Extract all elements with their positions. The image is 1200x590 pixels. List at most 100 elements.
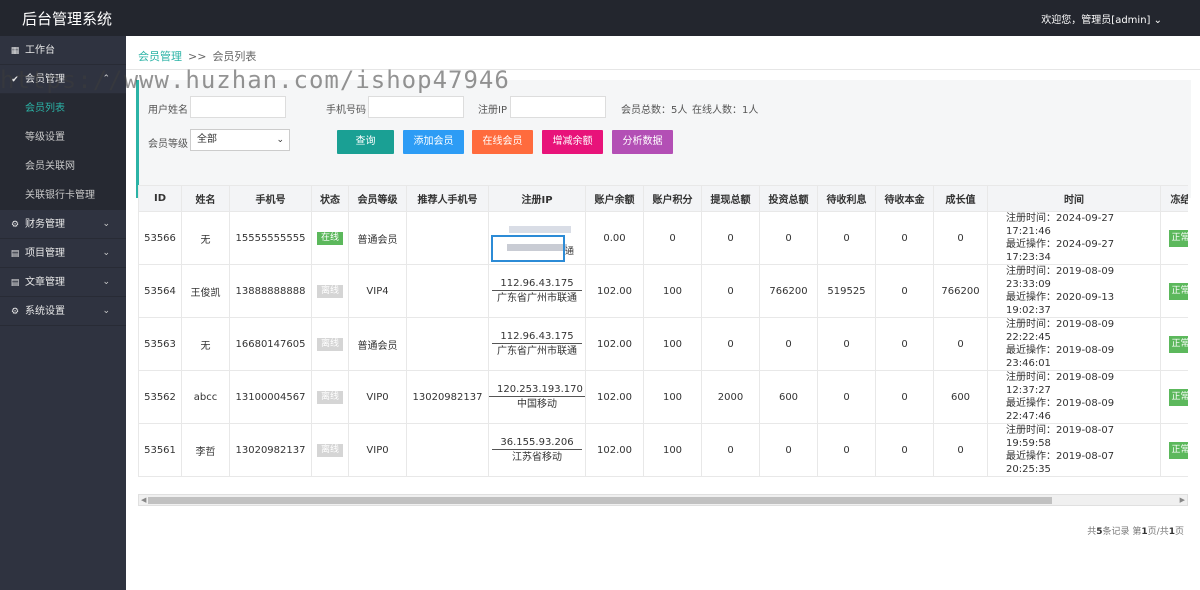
table-row[interactable]: 53566 无 15555555555 在线 普通会员通 0.00 0 0 0 0 0 0 注册时间：2…	[138, 211, 1188, 265]
ip-location: 中国移动	[517, 399, 557, 410]
time-box: 注册时间：2019-08-09 22:22:45 最近操作：2019-08-09 …	[989, 319, 1160, 370]
scroll-left-arrow-icon[interactable]: ◀	[141, 495, 146, 505]
sidebar-subitem-level-settings[interactable]: 等级设置	[0, 123, 126, 152]
sidebar-item-system[interactable]: ⚙ 系统设置 ⌄	[0, 297, 126, 326]
cell-balance: 102.00	[585, 423, 644, 477]
phone-input[interactable]	[368, 96, 464, 118]
cell-level: VIP0	[348, 370, 407, 424]
table-row[interactable]: 53562 abcc 13100004567 离线 VIP0 13020982137 120…	[138, 370, 1188, 424]
cell-growth: 600	[933, 370, 988, 424]
cell-level: 普通会员	[348, 211, 407, 265]
col-id[interactable]: ID	[138, 185, 182, 212]
cell-freeze: 正常	[1160, 211, 1188, 265]
adjust-balance-button[interactable]: 增减余额	[542, 130, 603, 154]
user-menu[interactable]: 欢迎您，管理员[admin] ⌄	[1041, 11, 1162, 26]
last-time-line: 最近操作：2019-08-09 23:46:01	[1006, 344, 1160, 370]
table-row[interactable]: 53561 李哲 13020982137 离线 VIP0 36.155.93.206 江苏省…	[138, 423, 1188, 477]
add-member-button[interactable]: 添加会员	[403, 130, 464, 154]
cell-status: 在线	[311, 211, 349, 265]
col-invest[interactable]: 投资总额	[759, 185, 818, 212]
table-row[interactable]: 53564 王俊凯 13888888888 离线 VIP4 112.96.43.175 广东…	[138, 264, 1188, 318]
ip-label: 注册IP	[478, 105, 507, 116]
cell-status: 离线	[311, 317, 349, 371]
online-members-button[interactable]: 在线会员	[472, 130, 533, 154]
cell-freeze: 正常	[1160, 264, 1188, 318]
cell-referrer	[406, 317, 489, 371]
level-select[interactable]: 全部 ⌄	[190, 129, 290, 151]
sidebar-item-projects[interactable]: ▤ 项目管理 ⌄	[0, 239, 126, 268]
sidebar-item-articles[interactable]: ▤ 文章管理 ⌄	[0, 268, 126, 297]
cell-referrer	[406, 264, 489, 318]
freeze-status-button[interactable]: 正常	[1168, 388, 1188, 406]
chevron-down-icon: ⌄	[1150, 15, 1162, 26]
col-referrer[interactable]: 推荐人手机号	[406, 185, 489, 212]
table-row[interactable]: 53563 无 16680147605 离线 普通会员 112.96.43.175 广东省广…	[138, 317, 1188, 371]
sidebar-subitem-member-list[interactable]: 会员列表	[0, 94, 126, 123]
ip-box: 36.155.93.206 江苏省移动	[490, 436, 585, 464]
reg-time-line: 注册时间：2019-08-09 12:37:27	[1006, 372, 1160, 398]
cell-name: abcc	[181, 370, 230, 424]
col-time[interactable]: 时间	[987, 185, 1161, 212]
cell-phone: 13888888888	[229, 264, 312, 318]
redacted-ip: 通	[490, 218, 585, 262]
horizontal-scrollbar[interactable]: ◀ ▶	[138, 494, 1188, 506]
scroll-right-arrow-icon[interactable]: ▶	[1180, 495, 1185, 505]
col-status[interactable]: 状态	[311, 185, 349, 212]
time-box: 注册时间：2019-08-09 23:33:09 最近操作：2020-09-13 …	[989, 266, 1160, 317]
total-members: 会员总数：5人	[621, 105, 688, 116]
reg-time-label: 注册时间：	[1006, 266, 1056, 277]
ip-box: 120.253.193.170 中国移动	[489, 383, 585, 411]
freeze-status-button[interactable]: 正常	[1168, 441, 1188, 459]
ip-input[interactable]	[510, 96, 606, 118]
breadcrumb-parent[interactable]: 会员管理	[138, 50, 182, 63]
analyze-data-button[interactable]: 分析数据	[612, 130, 673, 154]
last-time-line: 最近操作：2020-09-13 19:02:37	[1006, 291, 1160, 317]
cell-growth: 0	[933, 317, 988, 371]
sidebar-subitem-bank-cards[interactable]: 关联银行卡管理	[0, 181, 126, 210]
cell-id: 53563	[138, 317, 182, 371]
sidebar-item-dashboard[interactable]: ▦ 工作台	[0, 36, 126, 65]
ip-box: 112.96.43.175 广东省广州市联通	[490, 277, 585, 305]
cell-id: 53564	[138, 264, 182, 318]
sidebar-item-label: 文章管理	[25, 277, 65, 288]
col-phone[interactable]: 手机号	[229, 185, 312, 212]
chevron-down-icon: ⌄	[102, 219, 110, 229]
app-title: 后台管理系统	[22, 10, 113, 28]
cell-growth: 0	[933, 211, 988, 265]
username-input[interactable]	[190, 96, 286, 118]
sidebar-subitem-member-network[interactable]: 会员关联网	[0, 152, 126, 181]
username-label: 用户姓名	[148, 105, 188, 116]
online-members: 在线人数：1人	[692, 105, 759, 116]
col-interest[interactable]: 待收利息	[817, 185, 876, 212]
freeze-status-button[interactable]: 正常	[1168, 335, 1188, 353]
col-name[interactable]: 姓名	[181, 185, 230, 212]
col-level[interactable]: 会员等级	[348, 185, 407, 212]
grid-icon: ▤	[10, 249, 20, 259]
cell-principal: 0	[875, 423, 934, 477]
last-time-line: 最近操作：2019-08-09 22:47:46	[1006, 397, 1160, 423]
cell-balance: 0.00	[585, 211, 644, 265]
col-principal[interactable]: 待收本金	[875, 185, 934, 212]
member-table-container: ID 姓名 手机号 状态 会员等级 推荐人手机号 注册IP 账户余额 账户积分 …	[138, 185, 1188, 477]
col-withdraw[interactable]: 提现总额	[701, 185, 760, 212]
col-balance[interactable]: 账户余额	[585, 185, 644, 212]
freeze-status-button[interactable]: 正常	[1168, 229, 1188, 247]
cell-ip: 120.253.193.170 中国移动	[488, 370, 586, 424]
col-points[interactable]: 账户积分	[643, 185, 702, 212]
col-growth[interactable]: 成长值	[933, 185, 988, 212]
sidebar-item-label: 工作台	[25, 45, 55, 56]
cell-principal: 0	[875, 317, 934, 371]
col-ip[interactable]: 注册IP	[488, 185, 586, 212]
sidebar-item-finance[interactable]: ⚙ 财务管理 ⌄	[0, 210, 126, 239]
col-freeze[interactable]: 冻结	[1160, 185, 1188, 212]
cell-referrer: 13020982137	[406, 370, 489, 424]
time-box: 注册时间：2019-08-07 19:59:58 最近操作：2019-08-07 …	[989, 425, 1160, 476]
ip-location-tail: 通	[565, 247, 575, 257]
status-badge: 离线	[316, 337, 343, 351]
freeze-status-button[interactable]: 正常	[1168, 282, 1188, 300]
breadcrumb-separator: >>	[188, 50, 207, 63]
search-button[interactable]: 查询	[337, 130, 394, 154]
welcome-text: 欢迎您，管理员[admin]	[1041, 15, 1151, 26]
scrollbar-thumb[interactable]	[148, 497, 1052, 504]
cell-points: 0	[643, 211, 702, 265]
